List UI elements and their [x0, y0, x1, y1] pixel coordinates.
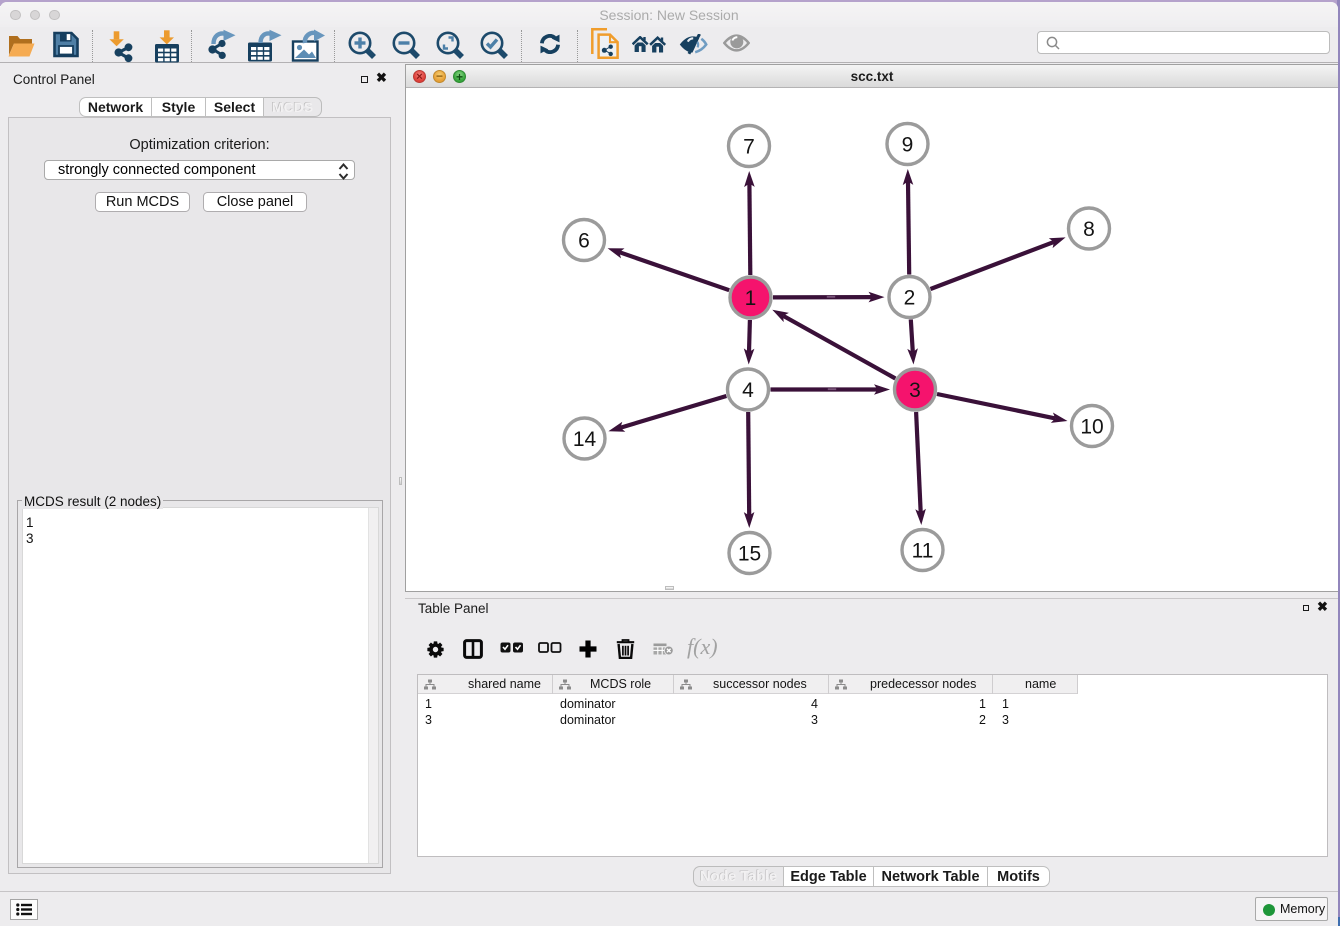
- svg-text:1: 1: [745, 287, 757, 310]
- svg-text:11: 11: [912, 540, 934, 563]
- svg-text:8: 8: [1083, 218, 1095, 241]
- svg-text:3: 3: [909, 379, 921, 402]
- svg-text:9: 9: [902, 134, 914, 157]
- svg-text:14: 14: [573, 428, 597, 451]
- svg-text:2: 2: [904, 287, 916, 310]
- svg-text:10: 10: [1080, 416, 1103, 439]
- svg-text:7: 7: [743, 136, 755, 159]
- svg-text:4: 4: [742, 379, 754, 402]
- svg-text:15: 15: [738, 543, 761, 566]
- svg-text:6: 6: [578, 230, 590, 253]
